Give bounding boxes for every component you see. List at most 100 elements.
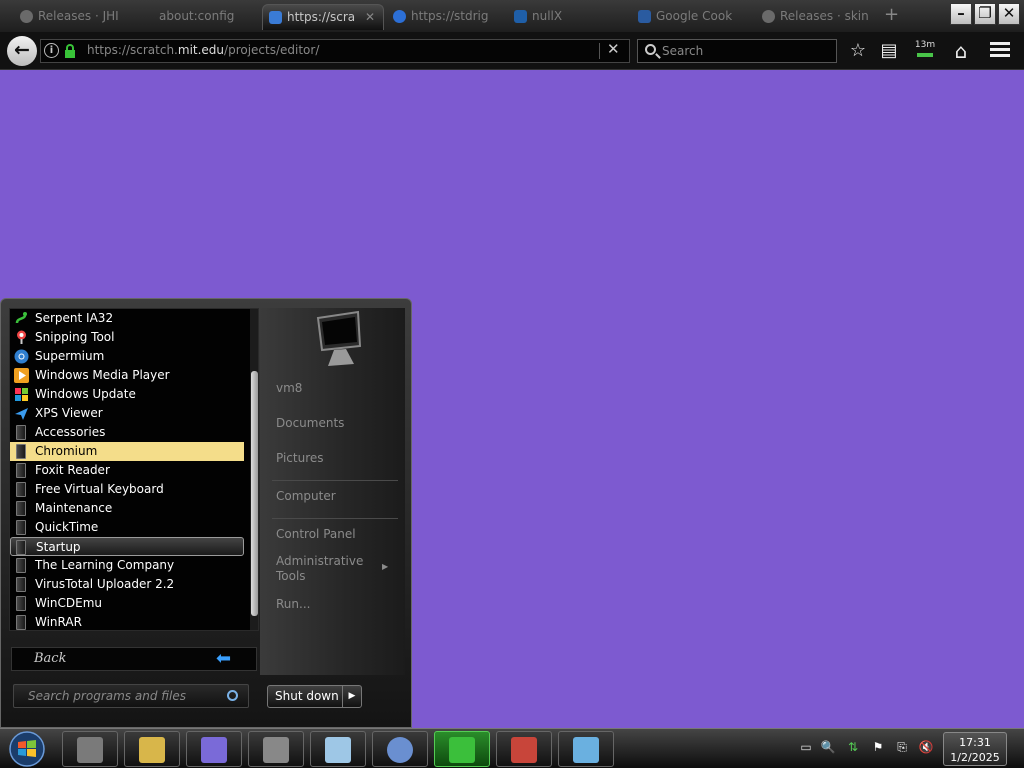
program-serpent-ia32[interactable]: Serpent IA32 <box>10 309 244 328</box>
program-label: Maintenance <box>35 501 113 515</box>
reader-view-icon[interactable]: ▤ <box>877 39 901 63</box>
folder-chromium[interactable]: Chromium <box>10 442 244 461</box>
program-label: Accessories <box>35 425 106 439</box>
new-tab-button[interactable]: + <box>884 4 899 26</box>
taskbar-notepad[interactable] <box>310 731 366 767</box>
close-tab-icon[interactable]: ✕ <box>365 5 375 29</box>
program-windows-media-player[interactable]: Windows Media Player <box>10 366 244 385</box>
folder-free-virtual-keyboard[interactable]: Free Virtual Keyboard <box>10 480 244 499</box>
documents-link[interactable]: Documents <box>276 416 401 431</box>
url-text[interactable]: https://scratch.mit.edu/projects/editor/ <box>87 43 319 57</box>
computer-link[interactable]: Computer <box>276 489 401 504</box>
folder-quicktime[interactable]: QuickTime <box>10 518 244 537</box>
all-programs-list[interactable]: Serpent IA32 Snipping Tool Supermium Win… <box>9 308 259 631</box>
close-window-button[interactable]: ✕ <box>998 3 1020 25</box>
lock-icon[interactable] <box>65 44 75 58</box>
info-icon[interactable]: i <box>44 43 59 58</box>
program-label: XPS Viewer <box>35 406 103 420</box>
program-supermium[interactable]: Supermium <box>10 347 244 366</box>
shutdown-options-arrow-icon[interactable]: ▶ <box>342 686 361 707</box>
taskbar-image-viewer[interactable] <box>558 731 614 767</box>
clock[interactable]: 17:31 1/2/2025 <box>943 732 1007 766</box>
windows-update-icon <box>14 387 29 402</box>
windows-start-orb-icon[interactable] <box>6 729 48 768</box>
clear-url-icon[interactable]: ✕ <box>607 40 620 58</box>
taskbar-task-manager[interactable] <box>62 731 118 767</box>
folder-foxit-reader[interactable]: Foxit Reader <box>10 461 244 480</box>
tab-strip: Releases · JHI about:config https://scra… <box>0 0 1024 32</box>
folder-the-learning-company[interactable]: The Learning Company <box>10 556 244 575</box>
pictures-link[interactable]: Pictures <box>276 451 401 466</box>
run-link[interactable]: Run... <box>276 597 401 612</box>
hamburger-menu-icon[interactable] <box>990 42 1010 58</box>
taskbar-chromium[interactable] <box>372 731 428 767</box>
search-bar[interactable] <box>637 39 837 63</box>
search-input[interactable] <box>662 42 832 60</box>
url-bar[interactable]: i https://scratch.mit.edu/projects/edito… <box>40 39 630 63</box>
folder-wincdemu[interactable]: WinCDEmu <box>10 594 244 613</box>
programs-scrollbar[interactable] <box>250 309 258 630</box>
action-center-flag-icon[interactable]: ⚑ <box>870 739 886 755</box>
program-snipping-tool[interactable]: Snipping Tool <box>10 328 244 347</box>
back-button[interactable]: ← <box>7 36 37 66</box>
network-icon[interactable]: ⇅ <box>845 739 861 755</box>
program-label: Supermium <box>35 349 105 363</box>
shut-down-button[interactable]: Shut down ▶ <box>267 685 362 708</box>
folder-icon <box>16 463 26 478</box>
control-panel-link[interactable]: Control Panel <box>276 527 401 542</box>
task-manager-icon <box>77 737 103 763</box>
tab-label: Releases · JHI <box>38 9 119 23</box>
show-desktop-icon[interactable]: ▭ <box>798 739 814 755</box>
tab-releases-jhi[interactable]: Releases · JHI <box>14 4 134 30</box>
url-divider <box>599 43 600 59</box>
taskbar-serpent[interactable] <box>434 731 490 767</box>
program-windows-update[interactable]: Windows Update <box>10 385 244 404</box>
taskbar-file-explorer[interactable] <box>124 731 180 767</box>
bookmark-star-icon[interactable]: ☆ <box>846 39 870 63</box>
search-tray-icon[interactable]: 🔍 <box>820 739 836 755</box>
tab-nullx[interactable]: nullX <box>508 4 628 30</box>
back-arrow-icon: ⬅ <box>216 648 232 669</box>
maximize-button[interactable]: ❐ <box>974 3 996 25</box>
folder-icon <box>16 558 26 573</box>
folder-icon <box>16 444 26 459</box>
serpent-icon <box>449 737 475 763</box>
tab-stdrig[interactable]: https://stdrig <box>387 4 505 30</box>
timer-extension-icon[interactable]: 13m <box>912 40 938 62</box>
divider <box>272 480 398 481</box>
taskbar-archive[interactable] <box>496 731 552 767</box>
supermium-icon <box>14 349 29 364</box>
home-icon[interactable]: ⌂ <box>948 39 974 63</box>
folder-icon <box>16 596 26 611</box>
folder-accessories[interactable]: Accessories <box>10 423 244 442</box>
folder-startup[interactable]: Startup <box>10 537 244 556</box>
program-xps-viewer[interactable]: XPS Viewer <box>10 404 244 423</box>
scissors-icon <box>14 330 29 345</box>
scrollbar-thumb[interactable] <box>251 371 258 616</box>
folder-maintenance[interactable]: Maintenance <box>10 499 244 518</box>
user-folder-link[interactable]: vm8 <box>276 381 401 396</box>
tab-google-cookie[interactable]: Google Cook <box>632 4 756 30</box>
folder-winrar[interactable]: WinRAR <box>10 613 244 630</box>
search-icon[interactable] <box>227 690 238 701</box>
taskbar-anime-app[interactable] <box>186 731 242 767</box>
tab-about-config[interactable]: about:config <box>135 4 257 30</box>
tab-releases-skin[interactable]: Releases · skin <box>756 4 868 30</box>
folder-virustotal-uploader[interactable]: VirusTotal Uploader 2.2 <box>10 575 244 594</box>
taskbar-drive[interactable] <box>248 731 304 767</box>
file-explorer-icon <box>139 737 165 763</box>
minimize-button[interactable]: – <box>950 3 972 25</box>
devices-icon[interactable]: ⎘ <box>894 739 910 755</box>
back-button[interactable]: Back ⬅ <box>11 647 257 671</box>
cookie-icon <box>638 10 651 23</box>
github-icon <box>20 10 33 23</box>
administrative-tools-link[interactable]: Administrative Tools <box>276 554 376 584</box>
search-programs-input[interactable] <box>28 688 218 704</box>
github-icon <box>762 10 775 23</box>
scratch-icon <box>269 11 282 24</box>
volume-muted-icon[interactable]: 🔇 <box>918 739 934 755</box>
program-label: WinRAR <box>35 615 82 629</box>
start-search-box[interactable] <box>13 684 249 708</box>
image-viewer-icon <box>573 737 599 763</box>
tab-scratch[interactable]: https://scra ✕ <box>262 4 384 30</box>
